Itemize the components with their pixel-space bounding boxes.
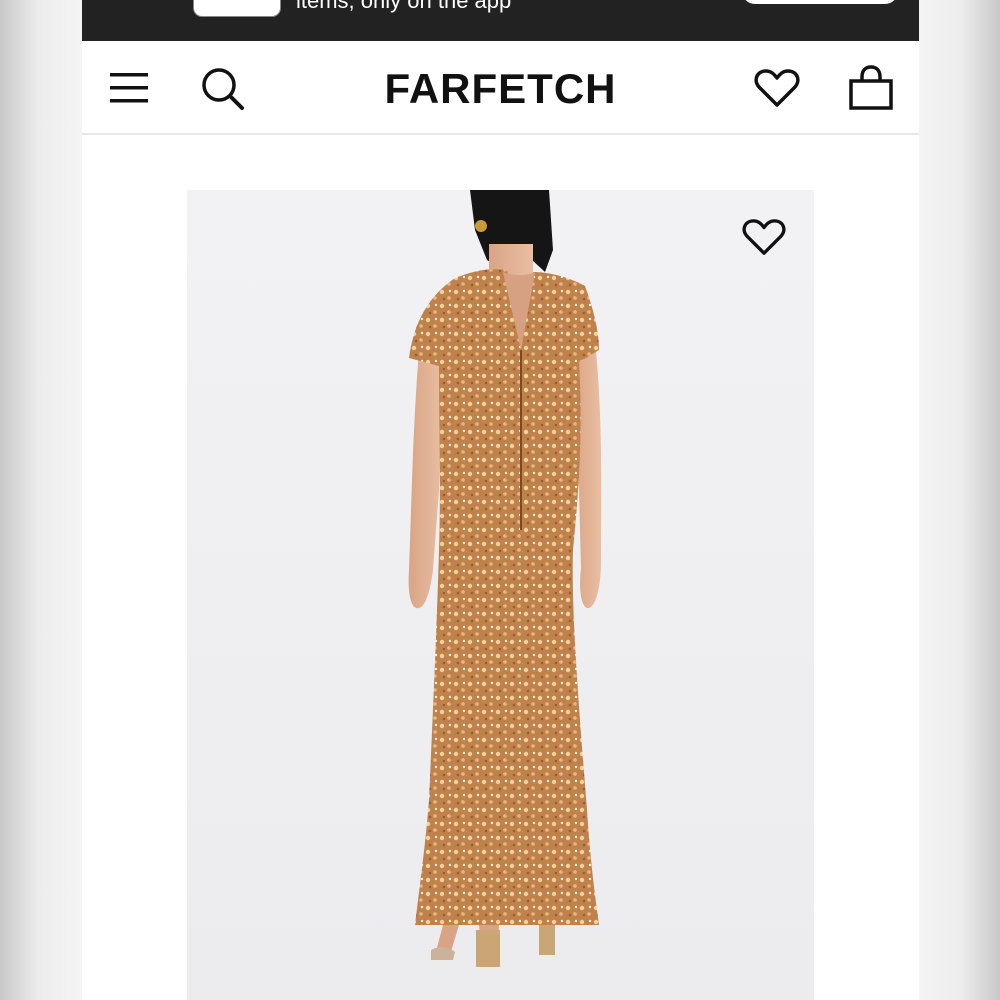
sequin-maxi-dress-back-view [408, 190, 602, 967]
app-banner-text: items, only on the app [296, 0, 512, 13]
app-banner-open-button[interactable] [742, 0, 898, 4]
app-icon [193, 0, 281, 17]
product-wishlist-button[interactable] [739, 212, 789, 262]
phone-screen: items, only on the app FARFETCH [82, 0, 919, 1000]
heart-icon [754, 69, 800, 107]
product-image[interactable] [187, 190, 814, 1000]
shopping-bag-icon [849, 65, 893, 110]
app-download-banner[interactable]: items, only on the app [82, 0, 919, 41]
heart-icon [742, 219, 786, 255]
site-header: FARFETCH [82, 41, 919, 135]
wishlist-button[interactable] [752, 63, 802, 113]
shopping-bag-button[interactable] [846, 63, 896, 113]
